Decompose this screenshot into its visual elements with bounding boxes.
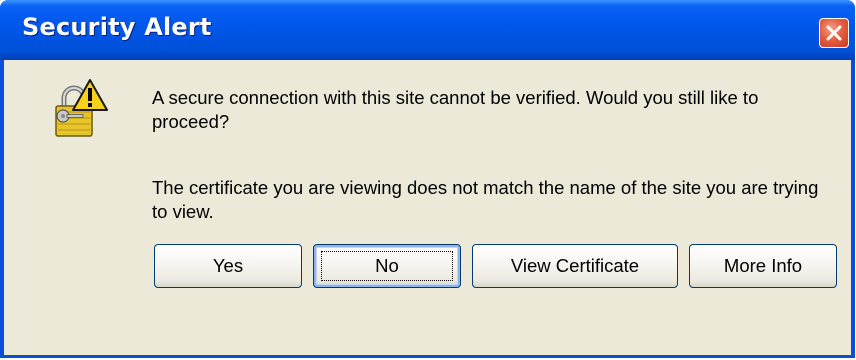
view-certificate-button-label: View Certificate	[510, 255, 640, 276]
security-lock-warning-icon	[55, 79, 108, 137]
dialog-title: Security Alert	[22, 13, 212, 41]
security-alert-dialog: Security Alert A secure connection with …	[0, 0, 855, 358]
title-bar[interactable]: Security Alert	[0, 0, 855, 60]
more-info-button[interactable]: More Info	[689, 244, 837, 288]
close-button[interactable]	[819, 18, 849, 48]
view-certificate-button[interactable]: View Certificate	[472, 244, 678, 288]
yes-button-label: Yes	[212, 255, 244, 276]
close-icon	[826, 25, 842, 41]
yes-button[interactable]: Yes	[154, 244, 302, 288]
more-info-button-label: More Info	[723, 255, 803, 276]
message-text-secondary: The certificate you are viewing does not…	[152, 177, 819, 222]
no-button-label: No	[375, 255, 399, 276]
message-text-primary: A secure connection with this site canno…	[152, 87, 759, 132]
no-button[interactable]: No	[313, 244, 461, 288]
dialog-body: A secure connection with this site canno…	[4, 60, 851, 355]
